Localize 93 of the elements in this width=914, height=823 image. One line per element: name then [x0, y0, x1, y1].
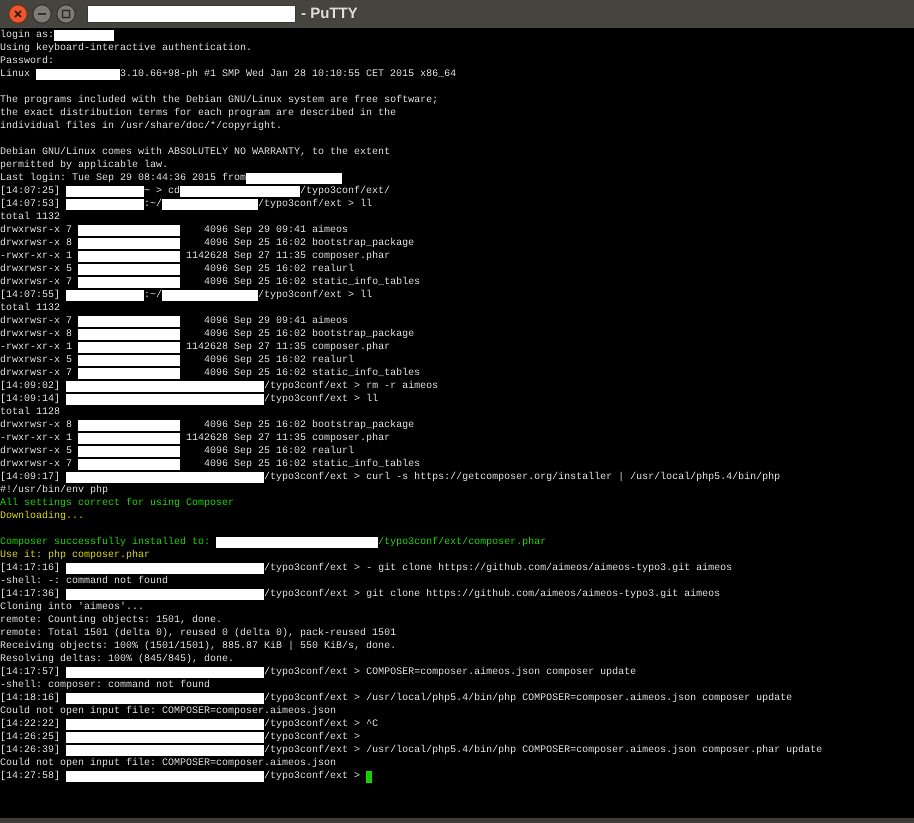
- terminal-text: 4096 Sep 29 09:41 aimeos: [203, 315, 348, 328]
- terminal-text: [14:17:36]: [0, 588, 62, 601]
- terminal-text: [14:18:16]: [0, 692, 62, 705]
- redaction-mark: [54, 30, 114, 41]
- terminal-text: [14:17:16]: [0, 562, 62, 575]
- terminal-text: /typo3conf/ext > ll: [258, 198, 372, 211]
- terminal-text: [14:09:14]: [0, 393, 62, 406]
- terminal-text: Composer successfully installed to:: [0, 536, 212, 549]
- terminal-text: /typo3conf/ext > ^C: [264, 718, 378, 731]
- terminal-text: Cloning into 'aimeos'...: [0, 601, 144, 614]
- terminal-text: ~ > cd: [144, 185, 180, 198]
- terminal-text: 4096 Sep 25 16:02 realurl: [203, 354, 354, 367]
- terminal-text: Password:: [0, 55, 54, 68]
- terminal-text: 4096 Sep 25 16:02 realurl: [203, 445, 354, 458]
- terminal-text: /typo3conf/ext > COMPOSER=composer.aimeos.json composer update: [264, 666, 636, 679]
- terminal-text: drwxrwsr-x 7: [0, 367, 74, 380]
- terminal-text: drwxrwsr-x 8: [0, 328, 74, 341]
- terminal-text: drwxrwsr-x 8: [0, 419, 74, 432]
- terminal-text: remote: Total 1501 (delta 0), reused 0 (delta 0), pack-reused 1501: [0, 627, 396, 640]
- terminal-text: Linux: [0, 68, 32, 81]
- terminal-text: /typo3conf/ext > rm -r aimeos: [264, 380, 438, 393]
- terminal-text: 4096 Sep 25 16:02 static_info_tables: [203, 458, 420, 471]
- terminal-text: [14:22:22]: [0, 718, 62, 731]
- terminal-text: 1142628 Sep 27 11:35 composer.phar: [185, 432, 390, 445]
- terminal-text: Downloading...: [0, 510, 84, 523]
- terminal-text: :~/: [144, 289, 162, 302]
- terminal-text: /typo3conf/ext > - git clone https://github.com/aimeos/aimeos-typo3.git aimeos: [264, 562, 732, 575]
- terminal-text: drwxrwsr-x 7: [0, 276, 74, 289]
- terminal-text: Using keyboard-interactive authentication.: [0, 42, 252, 55]
- terminal-text: /typo3conf/ext > curl -s https://getcomposer.org/installer | /usr/local/php5.4/bin/php: [264, 471, 780, 484]
- terminal-text: [14:09:17]: [0, 471, 62, 484]
- terminal-text: -rwxr-xr-x 1: [0, 432, 74, 445]
- terminal-text: 4096 Sep 25 16:02 static_info_tables: [203, 276, 420, 289]
- terminal-text: -shell: composer: command not found: [0, 679, 210, 692]
- terminal-text: drwxrwsr-x 5: [0, 354, 74, 367]
- terminal-text: All settings correct for using Composer: [0, 497, 234, 510]
- terminal-text: total 1132: [0, 211, 60, 224]
- terminal-text: 4096 Sep 25 16:02 realurl: [203, 263, 354, 276]
- terminal-text: drwxrwsr-x 5: [0, 445, 74, 458]
- terminal-text: the exact distribution terms for each program are described in the: [0, 107, 396, 120]
- terminal-text: Debian GNU/Linux comes with ABSOLUTELY NO WARRANTY, to the extent: [0, 146, 390, 159]
- terminal-text: /typo3conf/ext > /usr/local/php5.4/bin/php COMPOSER=composer.aimeos.json composer.phar update: [264, 744, 822, 757]
- terminal-text: [14:07:25]: [0, 185, 62, 198]
- maximize-icon[interactable]: [56, 4, 76, 24]
- terminal-text: [14:07:55]: [0, 289, 62, 302]
- terminal-text: login as:: [0, 29, 54, 42]
- terminal-text: -rwxr-xr-x 1: [0, 341, 74, 354]
- terminal-text: Could not open input file: COMPOSER=composer.aimeos.json: [0, 757, 336, 770]
- terminal-text: remote: Counting objects: 1501, done.: [0, 614, 222, 627]
- terminal-text: /typo3conf/ext >: [264, 770, 362, 783]
- close-icon[interactable]: [8, 4, 28, 24]
- terminal-text: Could not open input file: COMPOSER=composer.aimeos.json: [0, 705, 336, 718]
- terminal-text: 4096 Sep 29 09:41 aimeos: [203, 224, 348, 237]
- terminal-text: drwxrwsr-x 5: [0, 263, 74, 276]
- terminal-text: /typo3conf/ext/: [300, 185, 390, 198]
- terminal-text: [14:27:58]: [0, 770, 62, 783]
- minimize-icon[interactable]: [32, 4, 52, 24]
- terminal-text: drwxrwsr-x 7: [0, 458, 74, 471]
- terminal-text: individual files in /usr/share/doc/*/copyright.: [0, 120, 282, 133]
- terminal-text: 3.10.66+98-ph #1 SMP Wed Jan 28 10:10:55 CET 2015 x86_64: [120, 68, 456, 81]
- terminal-text: [14:17:57]: [0, 666, 62, 679]
- terminal-text: Receiving objects: 100% (1501/1501), 885.87 KiB | 550 KiB/s, done.: [0, 640, 396, 653]
- terminal-text: 4096 Sep 25 16:02 bootstrap_package: [203, 328, 414, 341]
- terminal-text: /typo3conf/ext > ll: [258, 289, 372, 302]
- terminal-text: drwxrwsr-x 8: [0, 237, 74, 250]
- terminal-text: drwxrwsr-x 7: [0, 315, 74, 328]
- terminal-text: /typo3conf/ext > ll: [264, 393, 378, 406]
- terminal-text: 4096 Sep 25 16:02 bootstrap_package: [203, 419, 414, 432]
- terminal-text: Use it: php composer.phar: [0, 549, 150, 562]
- terminal-text: /typo3conf/ext > /usr/local/php5.4/bin/php COMPOSER=composer.aimeos.json composer update: [264, 692, 792, 705]
- terminal-text: #!/usr/bin/env php: [0, 484, 108, 497]
- terminal-text: /typo3conf/ext > git clone https://github.com/aimeos/aimeos-typo3.git aimeos: [264, 588, 720, 601]
- terminal-text: The programs included with the Debian GNU/Linux system are free software;: [0, 94, 438, 107]
- terminal-text: Resolving deltas: 100% (845/845), done.: [0, 653, 234, 666]
- terminal-text: total 1132: [0, 302, 60, 315]
- terminal-text: total 1128: [0, 406, 60, 419]
- terminal-text: 1142628 Sep 27 11:35 composer.phar: [185, 250, 390, 263]
- terminal-text: 1142628 Sep 27 11:35 composer.phar: [185, 341, 390, 354]
- terminal-text: /typo3conf/ext >: [264, 731, 360, 744]
- terminal-text: :~/: [144, 198, 162, 211]
- terminal-text: -shell: -: command not found: [0, 575, 168, 588]
- terminal-text: /typo3conf/ext/composer.phar: [378, 536, 546, 549]
- terminal-text: 4096 Sep 25 16:02 bootstrap_package: [203, 237, 414, 250]
- terminal-text: drwxrwsr-x 7: [0, 224, 74, 237]
- terminal-text: [14:26:39]: [0, 744, 62, 757]
- terminal-text: [14:07:53]: [0, 198, 62, 211]
- terminal-text: 4096 Sep 25 16:02 static_info_tables: [203, 367, 420, 380]
- terminal-text: [14:09:02]: [0, 380, 62, 393]
- window-title: - PuTTY: [301, 4, 358, 24]
- terminal-text: Last login: Tue Sep 29 08:44:36 2015 from: [0, 172, 246, 185]
- terminal-text: permitted by applicable law.: [0, 159, 168, 172]
- terminal-text: -rwxr-xr-x 1: [0, 250, 74, 263]
- terminal-text: [14:26:25]: [0, 731, 62, 744]
